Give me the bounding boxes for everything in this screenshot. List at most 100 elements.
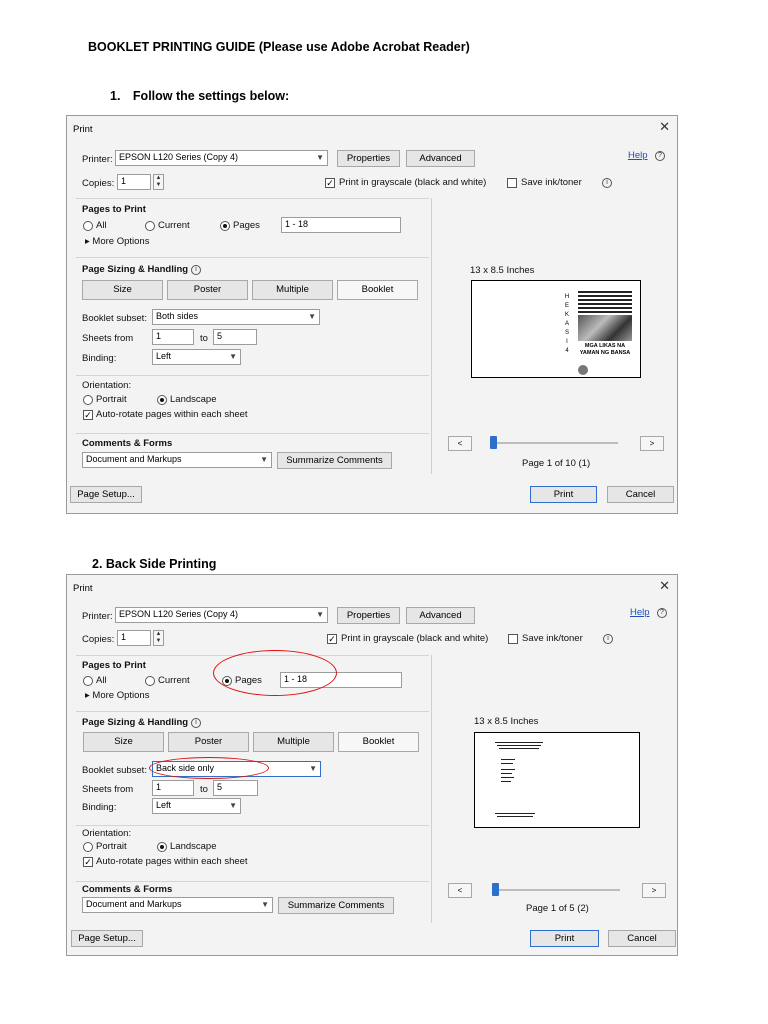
help-icon[interactable]: ? xyxy=(657,608,667,618)
page-setup-button[interactable]: Page Setup... xyxy=(70,486,142,503)
info-icon[interactable]: i xyxy=(602,178,612,188)
advanced-button[interactable]: Advanced xyxy=(406,150,475,167)
poster-button[interactable]: Poster xyxy=(168,732,249,752)
preview-header-text xyxy=(578,291,632,313)
comments-select[interactable]: Document and Markups ▼ xyxy=(82,452,272,468)
cancel-button[interactable]: Cancel xyxy=(608,930,676,947)
pages-to-print-heading: Pages to Print xyxy=(82,204,146,215)
page-slider-thumb[interactable] xyxy=(492,883,499,896)
portrait-radio[interactable] xyxy=(83,395,93,405)
info-icon[interactable]: i xyxy=(191,718,201,728)
landscape-radio[interactable] xyxy=(157,842,167,852)
summarize-comments-button[interactable]: Summarize Comments xyxy=(278,897,394,914)
pages-radio[interactable] xyxy=(220,221,230,231)
page-sizing-heading: Page Sizing & Handling xyxy=(82,717,189,728)
comments-select[interactable]: Document and Markups ▼ xyxy=(82,897,273,913)
page-slider-track[interactable] xyxy=(492,889,620,891)
sheets-from-input[interactable]: 1 xyxy=(152,780,194,796)
binding-select[interactable]: Left ▼ xyxy=(152,349,241,365)
size-button[interactable]: Size xyxy=(82,280,163,300)
sheets-to-input[interactable]: 5 xyxy=(213,329,257,345)
preview-cover-title: MGA LIKAS NA YAMAN NG BANSA xyxy=(579,343,631,356)
chevron-down-icon: ▼ xyxy=(316,153,324,162)
print-dialog-2: Print ✕ Printer: EPSON L120 Series (Copy… xyxy=(66,574,678,956)
advanced-button[interactable]: Advanced xyxy=(406,607,475,624)
more-options-toggle[interactable]: ▸ More Options xyxy=(85,690,149,701)
page-indicator: Page 1 of 5 (2) xyxy=(526,903,589,914)
copies-input[interactable]: 1 xyxy=(117,630,151,646)
chevron-down-icon: ▼ xyxy=(229,801,237,810)
print-button[interactable]: Print xyxy=(530,930,599,947)
print-preview-panel: 13 x 8.5 Inches H E K A S I 4 MGA LIKAS … xyxy=(431,198,677,474)
help-link[interactable]: Help xyxy=(630,607,650,618)
printer-label: Printer: xyxy=(82,154,113,165)
copies-stepper[interactable]: ▲ ▼ xyxy=(153,630,164,646)
info-icon[interactable]: i xyxy=(191,265,201,275)
print-button[interactable]: Print xyxy=(530,486,597,503)
all-radio[interactable] xyxy=(83,676,93,686)
properties-button[interactable]: Properties xyxy=(337,150,400,167)
preview-text-line xyxy=(495,742,543,743)
cancel-button[interactable]: Cancel xyxy=(607,486,674,503)
comments-forms-heading: Comments & Forms xyxy=(82,438,173,449)
landscape-radio[interactable] xyxy=(157,395,167,405)
printer-select[interactable]: EPSON L120 Series (Copy 4) ▼ xyxy=(115,150,328,166)
save-ink-label: Save ink/toner xyxy=(521,177,582,188)
grayscale-label: Print in grayscale (black and white) xyxy=(341,633,489,644)
booklet-subset-select[interactable]: Both sides ▼ xyxy=(152,309,320,325)
booklet-button[interactable]: Booklet xyxy=(338,732,419,752)
size-button[interactable]: Size xyxy=(83,732,164,752)
copies-stepper[interactable]: ▲ ▼ xyxy=(153,174,164,190)
save-ink-checkbox[interactable] xyxy=(507,178,517,188)
copies-label: Copies: xyxy=(82,178,115,189)
booklet-button[interactable]: Booklet xyxy=(337,280,418,300)
poster-button[interactable]: Poster xyxy=(167,280,248,300)
grayscale-checkbox[interactable]: ✓ xyxy=(327,634,337,644)
all-label: All xyxy=(96,675,107,686)
save-ink-checkbox[interactable] xyxy=(508,634,518,644)
portrait-radio[interactable] xyxy=(83,842,93,852)
preview-vertical-title: H E K A S I 4 xyxy=(564,294,570,354)
autorotate-checkbox[interactable]: ✓ xyxy=(83,857,93,867)
close-icon[interactable]: ✕ xyxy=(659,119,670,135)
properties-button[interactable]: Properties xyxy=(337,607,400,624)
binding-select[interactable]: Left ▼ xyxy=(152,798,241,814)
pages-range-input[interactable]: 1 - 18 xyxy=(281,217,401,233)
current-radio[interactable] xyxy=(145,676,155,686)
sheets-from-input[interactable]: 1 xyxy=(152,329,194,345)
help-link[interactable]: Help xyxy=(628,150,648,161)
close-icon[interactable]: ✕ xyxy=(659,578,670,594)
prev-page-button[interactable]: < xyxy=(448,883,472,898)
grayscale-checkbox[interactable]: ✓ xyxy=(325,178,335,188)
page-setup-button[interactable]: Page Setup... xyxy=(71,930,143,947)
page-slider-thumb[interactable] xyxy=(490,436,497,449)
sheets-to-label: to xyxy=(200,333,208,344)
copies-input[interactable]: 1 xyxy=(117,174,151,190)
all-radio[interactable] xyxy=(83,221,93,231)
annotation-circle-pages xyxy=(213,650,337,696)
prev-page-button[interactable]: < xyxy=(448,436,472,451)
preview-page xyxy=(474,732,640,828)
pages-label: Pages xyxy=(233,220,260,231)
binding-label: Binding: xyxy=(82,353,117,364)
booklet-subset-label: Booklet subset: xyxy=(82,313,147,324)
multiple-button[interactable]: Multiple xyxy=(253,732,334,752)
current-radio[interactable] xyxy=(145,221,155,231)
grayscale-label: Print in grayscale (black and white) xyxy=(339,177,487,188)
next-page-button[interactable]: > xyxy=(640,436,664,451)
pages-to-print-heading: Pages to Print xyxy=(82,660,146,671)
binding-label: Binding: xyxy=(82,802,117,813)
info-icon[interactable]: i xyxy=(603,634,613,644)
help-icon[interactable]: ? xyxy=(655,151,665,161)
autorotate-checkbox[interactable]: ✓ xyxy=(83,410,93,420)
next-page-button[interactable]: > xyxy=(642,883,666,898)
more-options-toggle[interactable]: ▸ More Options xyxy=(85,236,149,247)
sheets-to-input[interactable]: 5 xyxy=(213,780,258,796)
summarize-comments-button[interactable]: Summarize Comments xyxy=(277,452,392,469)
preview-text-line xyxy=(499,748,539,749)
page-slider-track[interactable] xyxy=(490,442,618,444)
sheets-from-label: Sheets from xyxy=(82,333,134,344)
multiple-button[interactable]: Multiple xyxy=(252,280,333,300)
page-sizing-heading: Page Sizing & Handling xyxy=(82,264,189,275)
printer-select[interactable]: EPSON L120 Series (Copy 4) ▼ xyxy=(115,607,328,623)
